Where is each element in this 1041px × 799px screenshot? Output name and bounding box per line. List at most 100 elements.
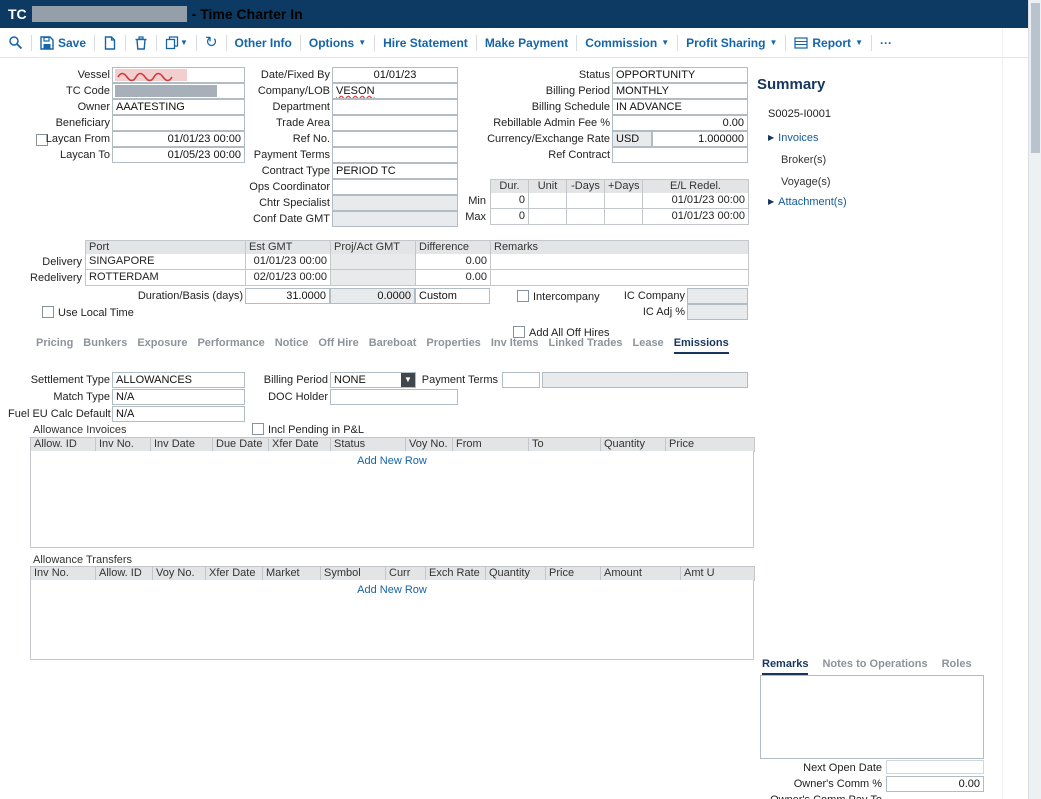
column-header-quantity[interactable]: Quantity — [601, 438, 666, 452]
save-button[interactable]: Save — [40, 36, 86, 50]
tab-performance[interactable]: Performance — [197, 337, 264, 354]
column-header-allow-id[interactable]: Allow. ID — [96, 567, 153, 581]
currency-code-field[interactable]: USD — [612, 131, 652, 147]
max-dur-field[interactable]: 0 — [491, 209, 529, 225]
column-header-exch-rate[interactable]: Exch Rate — [426, 567, 486, 581]
summary-contract-id[interactable]: S0025-I0001 — [768, 108, 831, 120]
ops-coordinator-field[interactable] — [332, 179, 458, 195]
contract-type-field[interactable]: PERIOD TC — [332, 163, 458, 179]
ref-contract-field[interactable] — [612, 147, 748, 163]
tab-remarks[interactable]: Remarks — [762, 658, 808, 675]
column-header-quantity[interactable]: Quantity — [486, 567, 546, 581]
search-icon[interactable] — [8, 35, 23, 50]
max-el-redel-field[interactable]: 01/01/23 00:00 — [643, 209, 749, 225]
column-header-amount[interactable]: Amount — [601, 567, 681, 581]
column-header-symbol[interactable]: Symbol — [321, 567, 386, 581]
min-dur-field[interactable]: 0 — [491, 193, 529, 209]
duration-field[interactable]: 31.0000 — [245, 288, 330, 304]
copy-icon[interactable]: ▼ — [165, 35, 188, 50]
rebillable-admin-fee-field[interactable]: 0.00 — [612, 115, 748, 131]
tab-exposure[interactable]: Exposure — [137, 337, 187, 354]
refresh-icon[interactable]: ↻ — [205, 35, 218, 50]
delivery-port-field[interactable]: SINGAPORE — [86, 254, 246, 270]
add-new-row-link[interactable]: Add New Row — [357, 584, 427, 596]
department-field[interactable] — [332, 99, 458, 115]
column-header-amt-u[interactable]: Amt U — [681, 567, 755, 581]
intercompany-checkbox[interactable] — [517, 290, 529, 302]
column-header-price[interactable]: Price — [546, 567, 601, 581]
column-header-xfer-date[interactable]: Xfer Date — [269, 438, 331, 452]
summary-item-invoices[interactable]: ▶Invoices — [768, 132, 819, 144]
add-new-row-link[interactable]: Add New Row — [357, 455, 427, 467]
next-open-date-field[interactable] — [886, 760, 984, 774]
column-header-voy-no[interactable]: Voy No. — [153, 567, 206, 581]
column-header-xfer-date[interactable]: Xfer Date — [206, 567, 263, 581]
summary-item-attachments[interactable]: ▶Attachment(s) — [768, 196, 847, 208]
ref-no-field[interactable] — [332, 131, 458, 147]
column-header-due-date[interactable]: Due Date — [213, 438, 269, 452]
redelivery-remarks-field[interactable] — [491, 270, 749, 286]
column-header-inv-no[interactable]: Inv No. — [31, 567, 96, 581]
remarks-textarea[interactable] — [760, 675, 984, 759]
billing-schedule-field[interactable]: IN ADVANCE — [612, 99, 748, 115]
profit-sharing-button[interactable]: Profit Sharing ▼ — [686, 36, 777, 50]
tab-emissions[interactable]: Emissions — [674, 337, 729, 354]
max-plus-days-field[interactable] — [605, 209, 643, 225]
make-payment-button[interactable]: Make Payment — [485, 36, 568, 50]
column-header-allow-id[interactable]: Allow. ID — [31, 438, 96, 452]
tab-properties[interactable]: Properties — [426, 337, 480, 354]
scrollbar-thumb[interactable] — [1031, 3, 1040, 153]
new-document-icon[interactable] — [103, 36, 117, 50]
min-el-redel-field[interactable]: 01/01/23 00:00 — [643, 193, 749, 209]
more-button[interactable]: ··· — [880, 36, 892, 50]
tab-lease[interactable]: Lease — [632, 337, 663, 354]
redelivery-est-gmt-field[interactable]: 02/01/23 00:00 — [246, 270, 331, 286]
other-info-button[interactable]: Other Info — [235, 36, 292, 50]
emissions-payment-terms-field[interactable] — [502, 372, 540, 388]
column-header-to[interactable]: To — [529, 438, 601, 452]
commission-button[interactable]: Commission ▼ — [585, 36, 669, 50]
column-header-inv-no[interactable]: Inv No. — [96, 438, 151, 452]
column-header-curr[interactable]: Curr — [386, 567, 426, 581]
column-header-price[interactable]: Price — [666, 438, 755, 452]
billing-period-field[interactable]: MONTHLY — [612, 83, 748, 99]
tab-bareboat[interactable]: Bareboat — [369, 337, 417, 354]
hire-statement-button[interactable]: Hire Statement — [383, 36, 468, 50]
status-field[interactable]: OPPORTUNITY — [612, 67, 748, 83]
delivery-remarks-field[interactable] — [491, 254, 749, 270]
min-plus-days-field[interactable] — [605, 193, 643, 209]
max-unit-field[interactable] — [529, 209, 567, 225]
trade-area-field[interactable] — [332, 115, 458, 131]
vertical-scrollbar[interactable] — [1028, 0, 1041, 799]
payment-terms-field[interactable] — [332, 147, 458, 163]
column-header-status[interactable]: Status — [331, 438, 406, 452]
tab-roles[interactable]: Roles — [942, 658, 972, 675]
fuel-eu-calc-default-field[interactable]: N/A — [112, 406, 245, 422]
tab-pricing[interactable]: Pricing — [36, 337, 73, 354]
emissions-billing-period-select[interactable]: NONE ▼ — [330, 372, 416, 388]
tab-linked-trades[interactable]: Linked Trades — [549, 337, 623, 354]
tab-off-hire[interactable]: Off Hire — [318, 337, 358, 354]
delivery-est-gmt-field[interactable]: 01/01/23 00:00 — [246, 254, 331, 270]
tab-notice[interactable]: Notice — [275, 337, 309, 354]
tab-notes-to-operations[interactable]: Notes to Operations — [822, 658, 927, 675]
incl-pending-checkbox[interactable] — [252, 423, 264, 435]
match-type-field[interactable]: N/A — [112, 389, 245, 405]
column-header-inv-date[interactable]: Inv Date — [151, 438, 213, 452]
summary-item-brokers[interactable]: Broker(s) — [781, 154, 826, 166]
company-lob-field[interactable]: VESON — [332, 83, 458, 99]
redelivery-port-field[interactable]: ROTTERDAM — [86, 270, 246, 286]
doc-holder-field[interactable] — [330, 389, 458, 405]
exchange-rate-field[interactable]: 1.000000 — [652, 131, 748, 147]
report-button[interactable]: Report ▼ — [794, 36, 863, 50]
column-header-from[interactable]: From — [453, 438, 529, 452]
tab-bunkers[interactable]: Bunkers — [83, 337, 127, 354]
column-header-voy-no[interactable]: Voy No. — [406, 438, 453, 452]
delete-icon[interactable] — [134, 36, 148, 50]
options-button[interactable]: Options ▼ — [309, 36, 366, 50]
min-unit-field[interactable] — [529, 193, 567, 209]
min-minus-days-field[interactable] — [567, 193, 605, 209]
tab-inv-items[interactable]: Inv Items — [491, 337, 539, 354]
summary-item-voyages[interactable]: Voyage(s) — [781, 176, 831, 188]
max-minus-days-field[interactable] — [567, 209, 605, 225]
